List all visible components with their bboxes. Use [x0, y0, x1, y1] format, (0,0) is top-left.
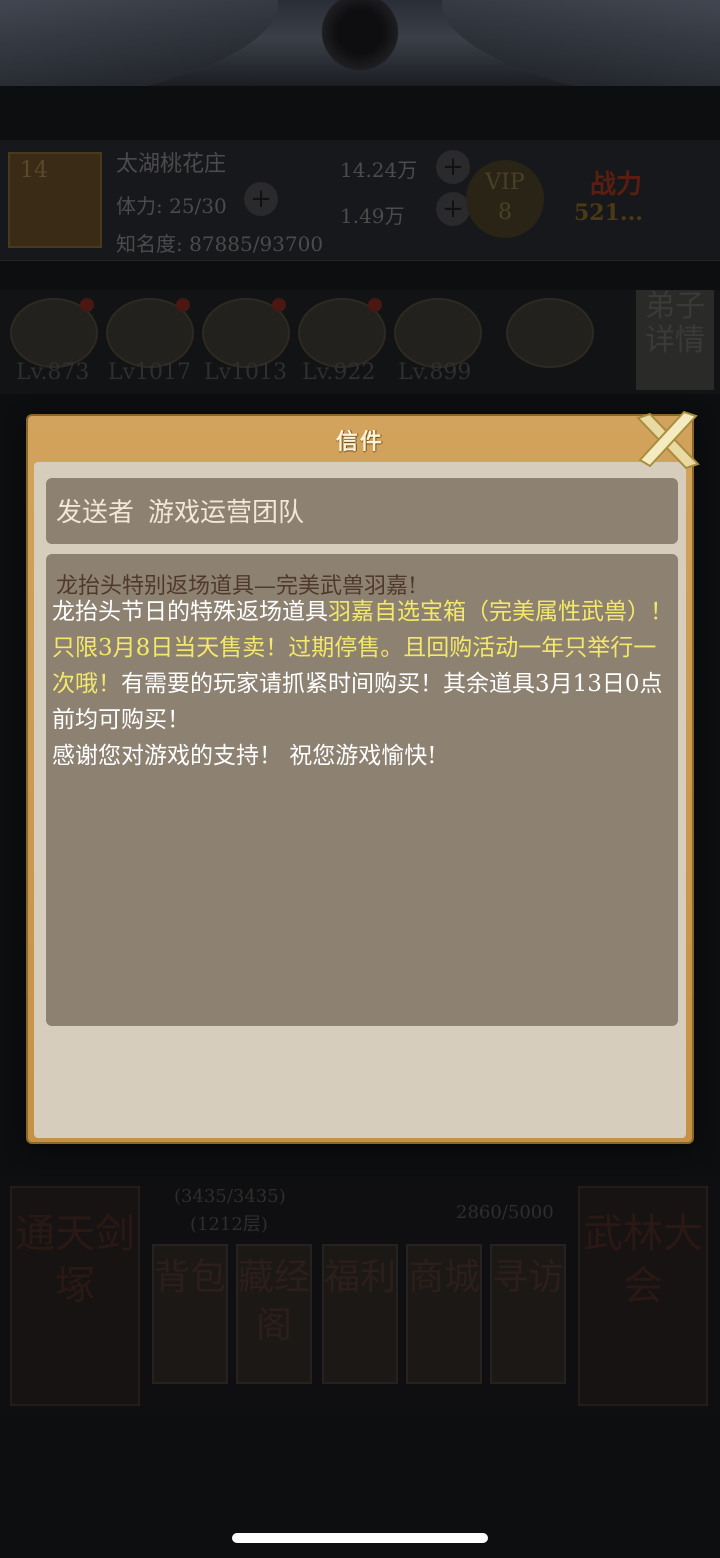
level-number: 14 — [20, 158, 48, 183]
cloud-ornament-icon — [320, 0, 400, 80]
body-text: 龙抬头节日的特殊返场道具 — [52, 599, 328, 625]
fame-text: 知名度: 87885/93700 — [116, 232, 324, 256]
disciple-avatar[interactable] — [10, 298, 98, 368]
sender-row: 发送者 游戏运营团队 — [46, 478, 678, 544]
body-text: 有需要的玩家请抓紧时间购买！其余道具3月13日0点前均可购买！ — [52, 671, 663, 733]
add-silver-button[interactable]: + — [436, 150, 470, 184]
power-value: 521... — [574, 200, 643, 226]
disciple-details-tab[interactable]: 弟子详情 — [636, 290, 714, 390]
notification-dot — [176, 298, 190, 312]
add-stamina-button[interactable]: + — [244, 182, 278, 216]
message-box[interactable]: 龙抬头特别返场道具—完美武兽羽嘉! 龙抬头节日的特殊返场道具羽嘉自选宝箱（完美属… — [46, 554, 678, 1026]
disciple-level: Lv.922 — [302, 360, 376, 385]
power-label: 战力 — [590, 170, 643, 200]
disciple-avatar[interactable] — [106, 298, 194, 368]
vip-badge[interactable]: VIP 8 — [466, 160, 544, 238]
currency-counter: 2860/5000 — [456, 1202, 554, 1223]
notification-dot — [272, 298, 286, 312]
bottom-menu: 通天剑塚 (3435/3435) (1212层) 2860/5000 背包 藏经… — [0, 1176, 720, 1416]
notification-dot — [368, 298, 382, 312]
disciple-level: Lv1013 — [204, 360, 288, 385]
disciple-avatar[interactable] — [202, 298, 290, 368]
tower-button[interactable]: 通天剑塚 — [10, 1186, 140, 1406]
body-closing: 感谢您对游戏的支持！ 祝您游戏愉快! — [52, 743, 437, 769]
disciple-level: Lv1017 — [108, 360, 192, 385]
conference-button[interactable]: 武林大会 — [578, 1186, 708, 1406]
stamina-text: 体力: 25/30 — [116, 194, 227, 218]
tower-floors: (1212层) — [190, 1214, 268, 1235]
dialog-body: 发送者 游戏运营团队 龙抬头特别返场道具—完美武兽羽嘉! 龙抬头节日的特殊返场道具… — [34, 462, 686, 1138]
disciple-avatar[interactable] — [298, 298, 386, 368]
dialog-title: 信件 — [335, 429, 384, 455]
welfare-button[interactable]: 福利 — [322, 1244, 398, 1384]
bag-button[interactable]: 背包 — [152, 1244, 228, 1384]
player-hud: 14 太湖桃花庄 体力: 25/30 知名度: 87885/93700 + 14… — [0, 140, 720, 261]
shop-button[interactable]: 商城 — [406, 1244, 482, 1384]
gold-amount: 1.49万 — [340, 204, 405, 228]
library-button[interactable]: 藏经阁 — [236, 1244, 312, 1384]
tower-stars: (3435/3435) — [174, 1186, 286, 1207]
mail-dialog: 信件 发送者 游戏运营团队 龙抬头特别返场道具—完美武兽羽嘉! 龙抬头节日的特殊返… — [26, 414, 694, 1144]
village-name: 太湖桃花庄 — [116, 152, 227, 177]
vip-level: 8 — [498, 200, 512, 225]
close-icon[interactable] — [632, 410, 702, 472]
home-indicator[interactable] — [232, 1533, 488, 1543]
disciple-level: Lv.873 — [16, 360, 90, 385]
disciple-avatar[interactable] — [506, 298, 594, 368]
search-button[interactable]: 寻访 — [490, 1244, 566, 1384]
mail-body: 龙抬头节日的特殊返场道具羽嘉自选宝箱（完美属性武兽）！只限3月8日当天售卖！过期… — [52, 594, 674, 774]
sender-name: 游戏运营团队 — [148, 498, 305, 528]
disciple-avatar[interactable] — [394, 298, 482, 368]
add-gold-button[interactable]: + — [436, 192, 470, 226]
notification-dot — [80, 298, 94, 312]
sender-label: 发送者 — [56, 498, 135, 528]
silver-amount: 14.24万 — [340, 158, 418, 182]
level-badge: 14 — [8, 152, 102, 248]
sender-line: 发送者 游戏运营团队 — [56, 492, 318, 529]
vip-label: VIP — [485, 170, 525, 195]
disciple-level: Lv.899 — [398, 360, 472, 385]
